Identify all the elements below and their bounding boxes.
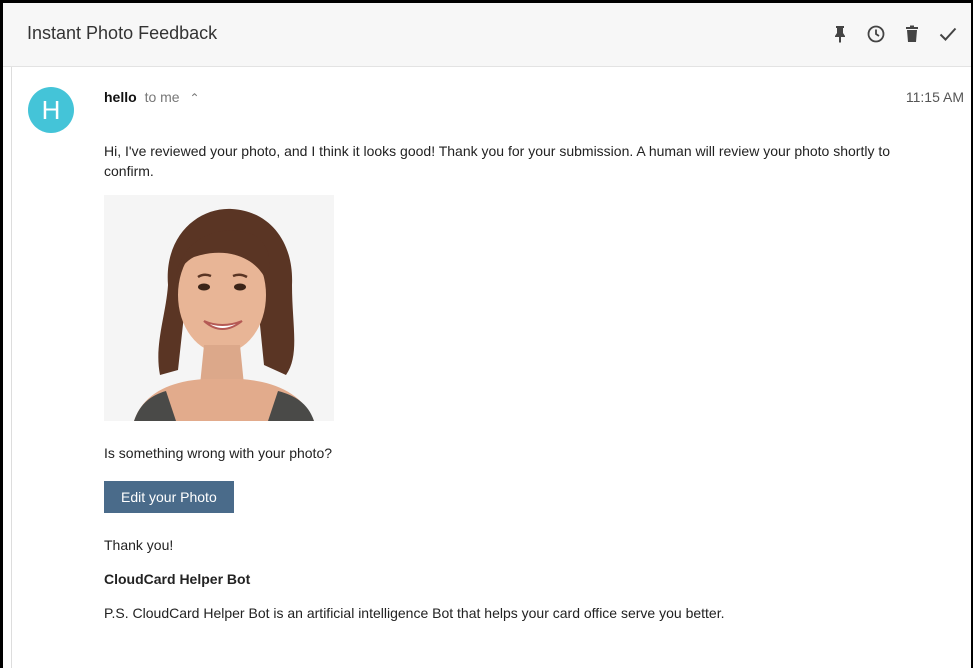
- signature-name: CloudCard Helper Bot: [104, 571, 251, 587]
- intro-text: Hi, I've reviewed your photo, and I thin…: [104, 143, 891, 179]
- edit-photo-button[interactable]: Edit your Photo: [104, 481, 234, 513]
- details-toggle-icon[interactable]: ⌃: [189, 91, 199, 105]
- sender-name[interactable]: hello: [104, 89, 137, 105]
- email-actions: [829, 23, 959, 45]
- check-icon[interactable]: [937, 23, 959, 45]
- message-pane: H hello to me ⌃ 11:15 AM Hi, I've review…: [11, 67, 970, 668]
- message-body: Hi, I've reviewed your photo, and I thin…: [104, 141, 924, 623]
- email-header: Instant Photo Feedback: [3, 3, 971, 67]
- recipient-text: to me: [144, 89, 180, 105]
- submitted-photo: [104, 195, 334, 421]
- ps-text: P.S. CloudCard Helper Bot is an artifici…: [104, 605, 725, 621]
- clock-icon[interactable]: [865, 23, 887, 45]
- trash-icon[interactable]: [901, 23, 923, 45]
- email-subject: Instant Photo Feedback: [27, 23, 218, 43]
- from-line: hello to me ⌃: [104, 89, 200, 105]
- message-time: 11:15 AM: [905, 89, 964, 105]
- pin-icon[interactable]: [829, 23, 851, 45]
- avatar: H: [28, 87, 74, 133]
- question-text: Is something wrong with your photo?: [104, 445, 333, 461]
- thanks-text: Thank you!: [104, 537, 174, 553]
